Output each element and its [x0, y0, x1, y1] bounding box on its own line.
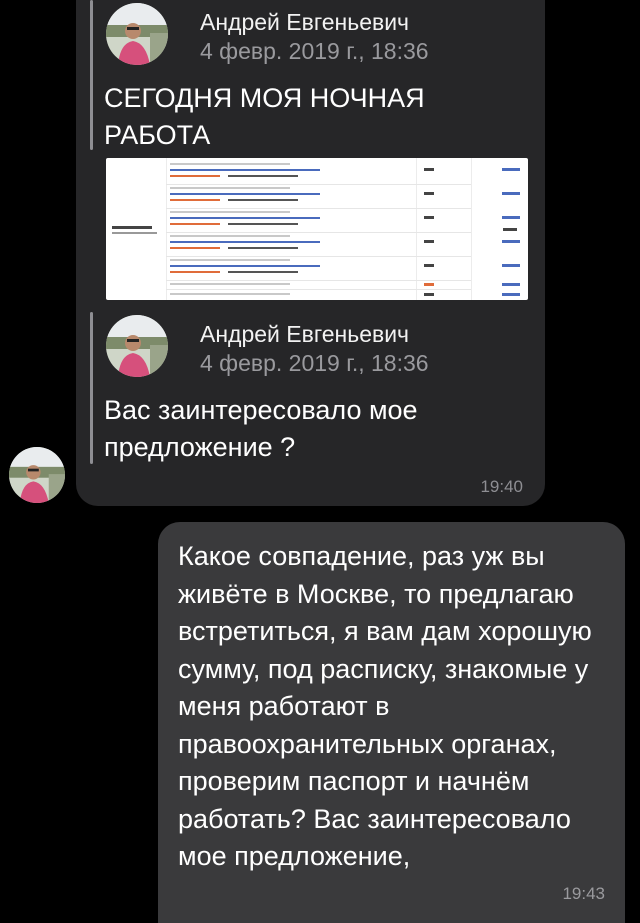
avatar-photo-icon[interactable] [106, 315, 168, 377]
forward-date: 4 февр. 2019 г., 18:36 [200, 350, 429, 376]
outgoing-message-bubble[interactable]: Какое совпадение, раз уж вы живёте в Мос… [158, 522, 625, 923]
avatar-photo-icon[interactable] [106, 3, 168, 65]
incoming-message-bubble[interactable]: Андрей Евгеньевич 4 февр. 2019 г., 18:36… [76, 0, 545, 506]
forward-text: Вас заинтересовало мое предложение ? [104, 395, 418, 462]
forward-date: 4 февр. 2019 г., 18:36 [200, 38, 429, 64]
forward-text: СЕГОДНЯ МОЯ НОЧНАЯ РАБОТА [104, 83, 425, 150]
forward-indicator-bar [90, 0, 93, 150]
forwarded-message-2: Андрей Евгеньевич 4 февр. 2019 г., 18:36… [90, 312, 530, 464]
forward-sender-name[interactable]: Андрей Евгеньевич [200, 9, 409, 36]
message-timestamp: 19:40 [480, 477, 523, 496]
message-timestamp: 19:43 [562, 884, 605, 903]
avatar-photo-icon[interactable] [9, 447, 65, 503]
forward-indicator-bar [90, 312, 93, 464]
message-text: Какое совпадение, раз уж вы живёте в Мос… [178, 541, 592, 871]
forwarded-message-1: Андрей Евгеньевич 4 февр. 2019 г., 18:36… [90, 0, 530, 150]
bet-screenshot-image[interactable] [106, 158, 528, 300]
forward-sender-name[interactable]: Андрей Евгеньевич [200, 321, 409, 348]
